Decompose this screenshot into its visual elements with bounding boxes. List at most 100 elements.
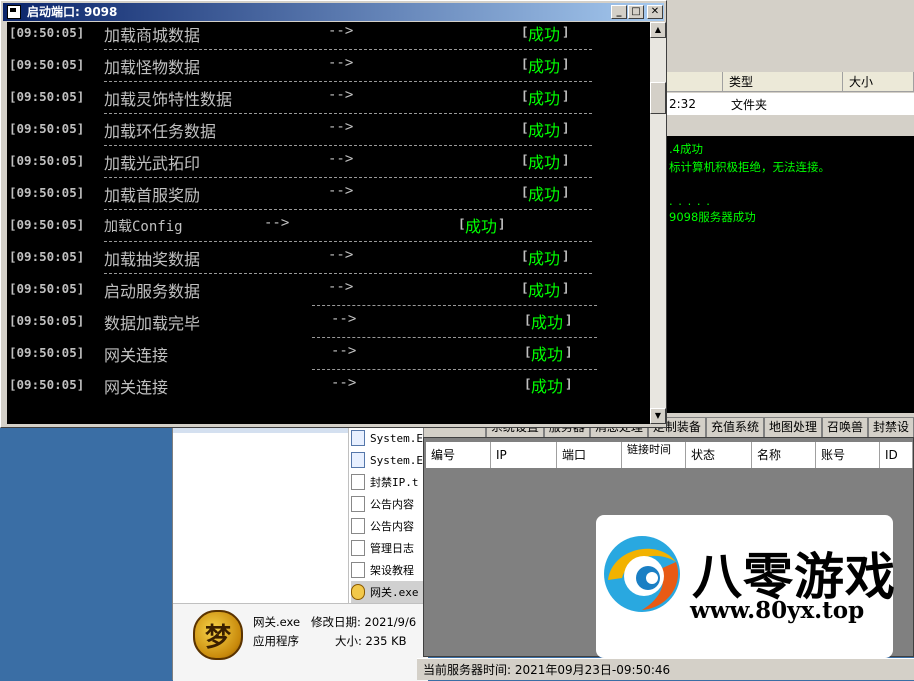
console-line-status: 成功	[528, 121, 561, 140]
console-output[interactable]: [09:50:05] 加载商城数据 -->[成功] [09:50:05] 加载怪物数据 -…	[7, 22, 650, 424]
console-line-arrow: -->	[328, 183, 354, 199]
console-app-icon[interactable]	[7, 5, 21, 19]
console-line-message: 启动服务数据	[104, 282, 201, 301]
file-item[interactable]: 公告内容	[351, 493, 428, 515]
console-separator	[104, 177, 592, 178]
console-line-message: 加载Config	[104, 219, 183, 235]
console-separator	[312, 337, 597, 338]
console-line-message: 加载商城数据	[104, 26, 201, 45]
console-line: [09:50:05] 加载商城数据 -->[成功]	[7, 22, 650, 54]
console-line-arrow: -->	[331, 343, 357, 359]
file-item[interactable]: System.E	[351, 427, 428, 449]
scroll-up-arrow-icon[interactable]: ▲	[650, 22, 666, 38]
console-line-message: 加载灵饰特性数据	[104, 90, 233, 109]
column-name[interactable]: 名称	[752, 442, 816, 468]
column-connect-time[interactable]: 链接时间	[622, 442, 686, 468]
column-size[interactable]: 大小	[843, 72, 914, 92]
column-account[interactable]: 账号	[816, 442, 880, 468]
console-line-status: 成功	[528, 89, 561, 108]
console-line-arrow: -->	[328, 23, 354, 39]
tab-recharge[interactable]: 充值系统	[705, 417, 764, 437]
console-line: [09:50:05] 加载Config -->[成功]	[7, 214, 650, 246]
console-scrollbar[interactable]: ▲ ▼	[650, 22, 666, 424]
column-number[interactable]: 编号	[426, 442, 491, 468]
console-separator	[312, 369, 597, 370]
console-line-status: 成功	[528, 249, 561, 268]
column-type[interactable]: 类型	[723, 72, 843, 92]
column-status[interactable]: 状态	[686, 442, 752, 468]
minimize-button[interactable]: _	[611, 5, 627, 19]
console-line-message: 加载环任务数据	[104, 122, 217, 141]
close-button[interactable]: ✕	[647, 5, 663, 19]
console-line-time: [09:50:05]	[9, 313, 85, 328]
console-separator	[104, 49, 592, 50]
console-line-time: [09:50:05]	[9, 25, 85, 40]
log-line: . . . . .	[669, 194, 711, 208]
tab-map[interactable]: 地图处理	[763, 417, 822, 437]
maximize-button[interactable]: □	[628, 5, 644, 19]
console-line: [09:50:05] 加载灵饰特性数据 -->[成功]	[7, 86, 650, 118]
file-item[interactable]: 公告内容	[351, 515, 428, 537]
text-file-icon	[351, 540, 365, 556]
log-line: .4成功	[669, 142, 703, 156]
console-line-arrow: -->	[328, 87, 354, 103]
folder-tree-pane	[173, 425, 349, 603]
gm-tool-window: 类型 大小 2:32 文件夹 .4成功 标计算机积极拒绝，无法连接。 . . .…	[667, 0, 914, 420]
console-line-bracket: ]	[562, 24, 570, 39]
console-line-arrow: -->	[328, 279, 354, 295]
console-line-time: [09:50:05]	[9, 217, 85, 232]
console-line-status: 成功	[531, 313, 564, 332]
file-row[interactable]: 2:32 文件夹	[667, 93, 914, 115]
console-line-status: 成功	[528, 185, 561, 204]
console-title: 启动端口: 9098	[27, 5, 118, 19]
console-separator	[104, 81, 592, 82]
console-line-bracket: ]	[562, 152, 570, 167]
console-titlebar[interactable]: 启动端口: 9098 _ □ ✕	[3, 3, 664, 21]
tab-summon[interactable]: 召唤兽	[821, 417, 868, 437]
console-line: [09:50:05] 网关连接 -->[成功]	[7, 374, 650, 406]
log-line: 9098服务器成功	[669, 210, 756, 224]
console-line-arrow: -->	[328, 55, 354, 71]
file-item-selected[interactable]: 网关.exe	[351, 581, 428, 603]
console-line-message: 加载首服奖励	[104, 186, 201, 205]
console-line: [09:50:05] 数据加载完毕 -->[成功]	[7, 310, 650, 342]
log-line: 标计算机积极拒绝，无法连接。	[669, 160, 830, 174]
console-line-time: [09:50:05]	[9, 249, 85, 264]
console-line: [09:50:05] 加载抽奖数据 -->[成功]	[7, 246, 650, 278]
console-line-status: 成功	[528, 57, 561, 76]
console-line-time: [09:50:05]	[9, 345, 85, 360]
detail-type: 应用程序	[253, 634, 299, 648]
console-line: [09:50:05] 加载首服奖励 -->[成功]	[7, 182, 650, 214]
column-port[interactable]: 端口	[557, 442, 622, 468]
details-pane: 梦 网关.exe 修改日期: 2021/9/6 应用程序 大小: 235 KB	[173, 603, 428, 681]
console-line-time: [09:50:05]	[9, 121, 85, 136]
console-line-message: 网关连接	[104, 346, 169, 365]
console-line-bracket: ]	[498, 216, 506, 231]
file-item[interactable]: System.E	[351, 449, 428, 471]
detail-file-name: 网关.exe	[253, 615, 301, 629]
file-row-time: 2:32	[669, 97, 696, 111]
config-file-icon	[351, 452, 365, 468]
console-line: [09:50:05] 加载光武拓印 -->[成功]	[7, 150, 650, 182]
console-line-arrow: -->	[328, 119, 354, 135]
scroll-down-arrow-icon[interactable]: ▼	[650, 408, 666, 424]
column-ip[interactable]: IP	[491, 442, 557, 468]
file-item[interactable]: 管理日志	[351, 537, 428, 559]
exe-file-icon	[351, 584, 365, 600]
console-line-time: [09:50:05]	[9, 377, 85, 392]
tab-ban[interactable]: 封禁设	[867, 417, 914, 437]
file-item[interactable]: 架设教程	[351, 559, 428, 581]
server-log: .4成功 标计算机积极拒绝，无法连接。 . . . . . 9098服务器成功	[667, 136, 914, 413]
grid-header: 编号 IP 端口 链接时间 状态 名称 账号 ID	[426, 442, 913, 468]
console-line-status: 成功	[528, 25, 561, 44]
console-line-message: 加载怪物数据	[104, 58, 201, 77]
console-line-bracket: ]	[565, 344, 573, 359]
file-list: System.E System.E 封禁IP.t 公告内容 公告内容 管理日志 …	[351, 427, 428, 603]
console-line-time: [09:50:05]	[9, 153, 85, 168]
column-id[interactable]: ID	[880, 442, 913, 468]
scroll-thumb[interactable]	[650, 82, 666, 114]
text-file-icon	[351, 562, 365, 578]
file-item[interactable]: 封禁IP.t	[351, 471, 428, 493]
console-line-arrow: -->	[328, 151, 354, 167]
text-file-icon	[351, 518, 365, 534]
